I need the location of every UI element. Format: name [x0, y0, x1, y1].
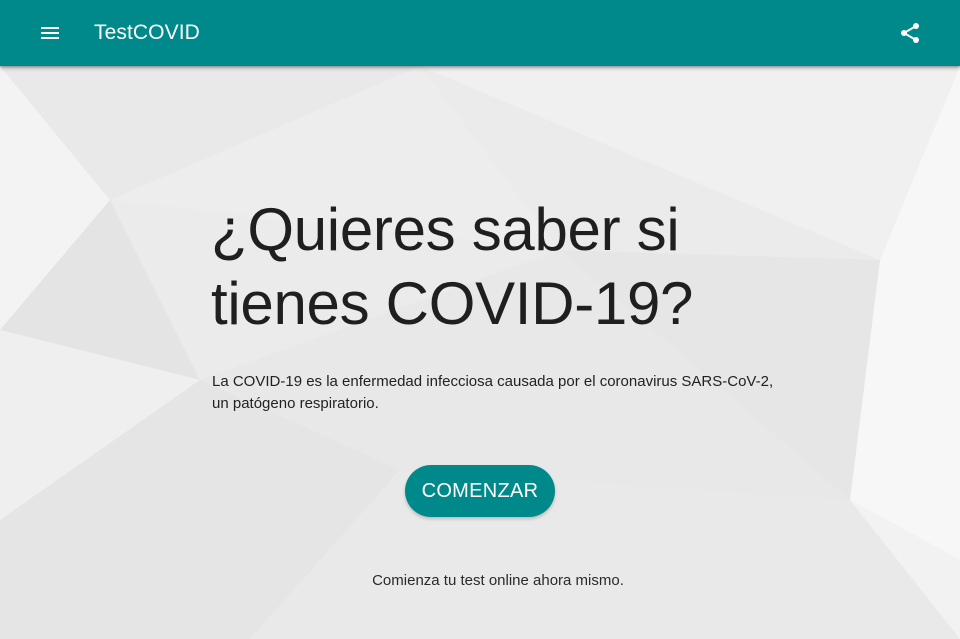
hero-section: ¿Quieres saber si tienes COVID-19? La CO…	[0, 66, 960, 639]
menu-button[interactable]	[28, 11, 72, 55]
menu-icon	[41, 27, 59, 39]
hero-description: La COVID-19 es la enfermedad infecciosa …	[212, 373, 774, 412]
app-title: TestCOVID	[94, 21, 200, 44]
start-button[interactable]: COMENZAR	[405, 465, 555, 517]
share-icon	[901, 23, 919, 43]
share-button[interactable]	[888, 11, 932, 55]
app-bar: TestCOVID	[0, 0, 960, 66]
hero-headline: ¿Quieres saber si tienes COVID-19?	[211, 196, 694, 337]
hero-subtext: Comienza tu test online ahora mismo.	[372, 572, 624, 589]
